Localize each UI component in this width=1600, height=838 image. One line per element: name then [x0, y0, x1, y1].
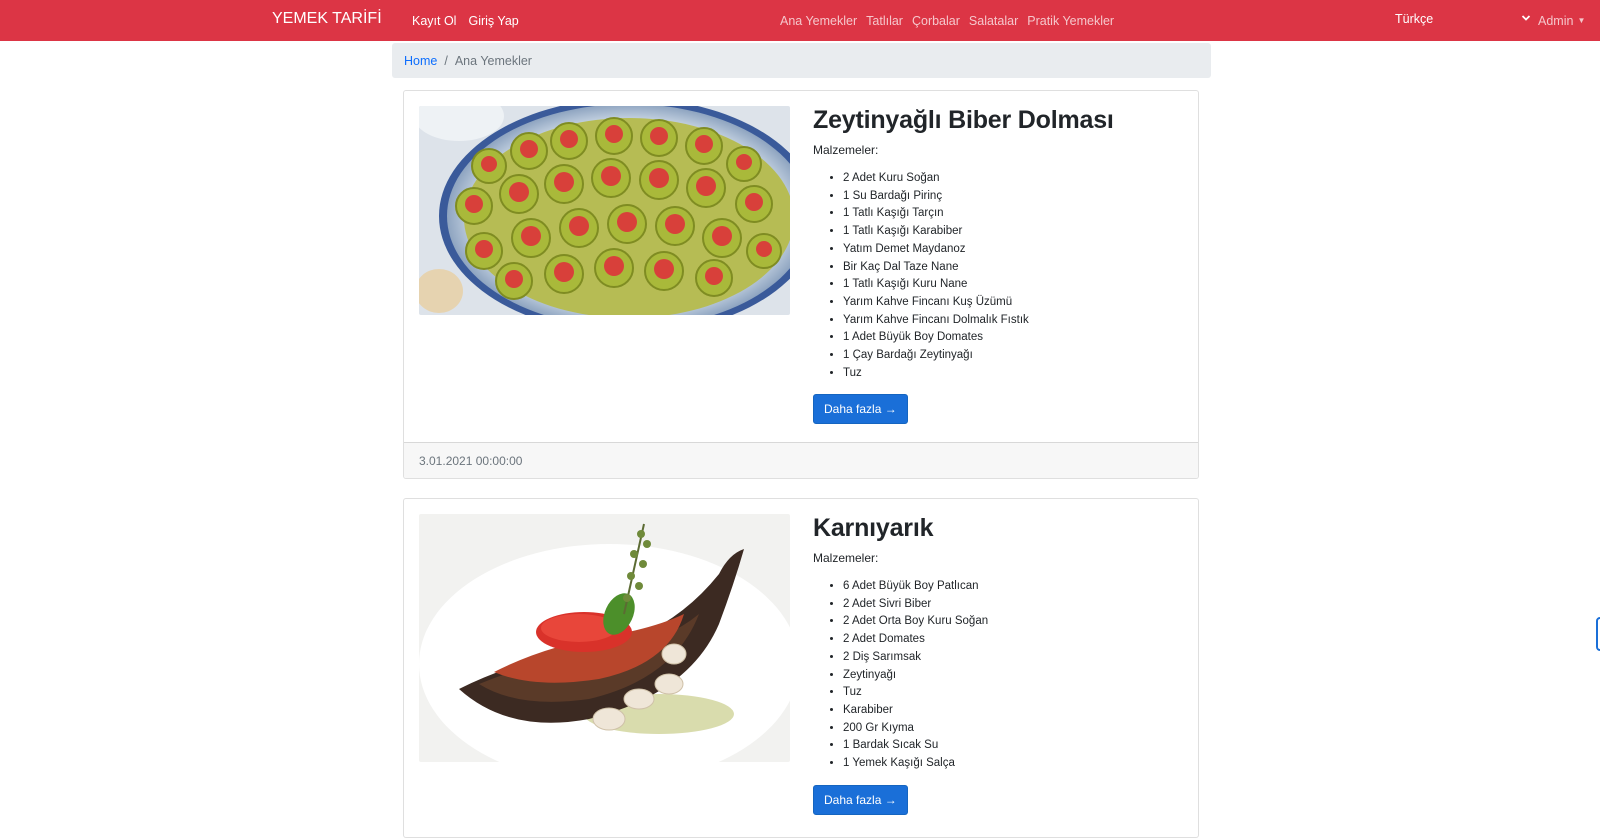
- admin-label: Admin: [1538, 14, 1574, 28]
- ingredients-label: Malzemeler:: [813, 143, 879, 157]
- recipe-body: Zeytinyağlı Biber Dolması Malzemeler: 2 …: [813, 103, 1183, 425]
- ingredients-list: 2 Adet Kuru Soğan 1 Su Bardağı Pirinç 1 …: [813, 170, 1183, 382]
- breadcrumb: Home / Ana Yemekler: [392, 43, 1211, 78]
- ingredient-item: 2 Adet Sivri Biber: [843, 596, 1183, 614]
- caret-down-icon: ▼: [1577, 16, 1586, 25]
- ingredient-item: 6 Adet Büyük Boy Patlıcan: [843, 578, 1183, 596]
- recipe-date: 3.01.2021 00:00:00: [404, 442, 1198, 478]
- breadcrumb-separator: /: [444, 54, 448, 68]
- ingredient-item: 1 Tatlı Kaşığı Tarçın: [843, 205, 1183, 223]
- ingredient-item: 2 Adet Kuru Soğan: [843, 170, 1183, 188]
- ingredient-item: 1 Tatlı Kaşığı Kuru Nane: [843, 276, 1183, 294]
- ingredient-item: Zeytinyağı: [843, 667, 1183, 685]
- brand-logo[interactable]: YEMEK TARİFİ: [272, 10, 382, 28]
- ingredient-item: Tuz: [843, 684, 1183, 702]
- login-link[interactable]: Giriş Yap: [468, 14, 518, 28]
- language-selected: Türkçe: [1395, 12, 1434, 26]
- recipe-image-karniyarik[interactable]: [419, 514, 790, 762]
- nav-salatalar[interactable]: Salatalar: [969, 14, 1018, 28]
- recipe-card: Karnıyarık Malzemeler: 6 Adet Büyük Boy …: [403, 498, 1199, 838]
- ingredient-item: 2 Diş Sarımsak: [843, 649, 1183, 667]
- recipe-title[interactable]: Zeytinyağlı Biber Dolması: [813, 103, 1183, 137]
- language-select[interactable]: Türkçe: [1395, 12, 1531, 30]
- navbar: YEMEK TARİFİ Kayıt Ol Giriş Yap Ana Yeme…: [0, 0, 1600, 41]
- auth-links: Kayıt Ol Giriş Yap: [412, 14, 519, 28]
- ingredient-item: Karabiber: [843, 702, 1183, 720]
- ingredient-item: 1 Yemek Kaşığı Salça: [843, 755, 1183, 773]
- read-more-button[interactable]: Daha fazla →: [813, 394, 908, 425]
- recipe-body: Karnıyarık Malzemeler: 6 Adet Büyük Boy …: [813, 511, 1183, 815]
- ingredient-item: 1 Bardak Sıcak Su: [843, 737, 1183, 755]
- register-link[interactable]: Kayıt Ol: [412, 14, 456, 28]
- ingredient-item: Tuz: [843, 365, 1183, 383]
- side-widget-tab[interactable]: [1596, 617, 1600, 651]
- nav-ana-yemekler[interactable]: Ana Yemekler: [780, 14, 857, 28]
- nav-corbalar[interactable]: Çorbalar: [912, 14, 960, 28]
- breadcrumb-current: Ana Yemekler: [454, 54, 532, 68]
- ingredient-item: Yatım Demet Maydanoz: [843, 241, 1183, 259]
- ingredients-list: 6 Adet Büyük Boy Patlıcan 2 Adet Sivri B…: [813, 578, 1183, 773]
- breadcrumb-home[interactable]: Home: [404, 54, 437, 68]
- ingredient-item: 1 Tatlı Kaşığı Karabiber: [843, 223, 1183, 241]
- ingredient-item: 1 Su Bardağı Pirinç: [843, 188, 1183, 206]
- ingredients-label: Malzemeler:: [813, 551, 879, 565]
- nav-tatlilar[interactable]: Tatlılar: [866, 14, 903, 28]
- ingredient-item: 200 Gr Kıyma: [843, 720, 1183, 738]
- ingredient-item: Bir Kaç Dal Taze Nane: [843, 259, 1183, 277]
- ingredient-item: 2 Adet Orta Boy Kuru Soğan: [843, 613, 1183, 631]
- recipe-image-biber-dolmasi[interactable]: [419, 106, 790, 315]
- ingredient-item: Yarım Kahve Fincanı Dolmalık Fıstık: [843, 312, 1183, 330]
- recipe-card: Zeytinyağlı Biber Dolması Malzemeler: 2 …: [403, 90, 1199, 479]
- admin-dropdown[interactable]: Admin ▼: [1538, 14, 1585, 28]
- category-nav: Ana Yemekler Tatlılar Çorbalar Salatalar…: [780, 14, 1114, 28]
- ingredient-item: Yarım Kahve Fincanı Kuş Üzümü: [843, 294, 1183, 312]
- ingredient-item: 1 Adet Büyük Boy Domates: [843, 329, 1183, 347]
- ingredient-item: 2 Adet Domates: [843, 631, 1183, 649]
- read-more-button[interactable]: Daha fazla →: [813, 784, 908, 815]
- recipe-title[interactable]: Karnıyarık: [813, 511, 1183, 545]
- chevron-down-icon: [1521, 12, 1531, 26]
- nav-pratik-yemekler[interactable]: Pratik Yemekler: [1027, 14, 1114, 28]
- ingredient-item: 1 Çay Bardağı Zeytinyağı: [843, 347, 1183, 365]
